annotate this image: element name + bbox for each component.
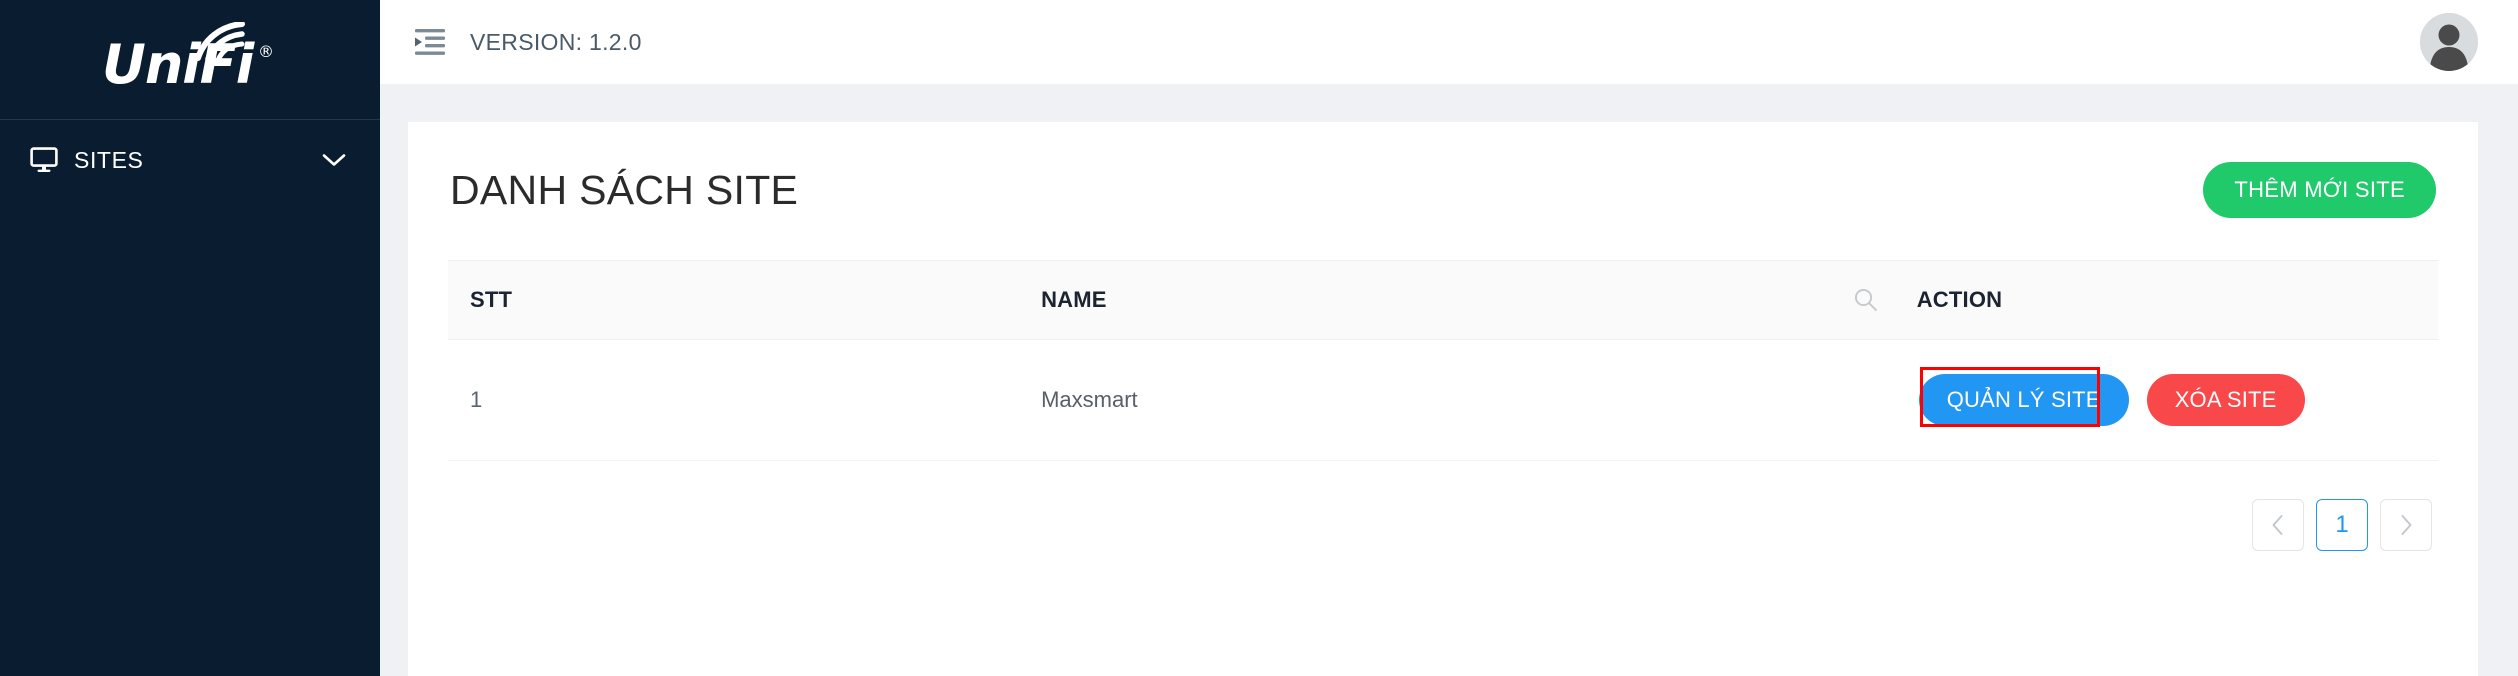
monitor-icon (30, 147, 64, 173)
pagination-next-button[interactable] (2380, 499, 2432, 551)
pagination-page-1[interactable]: 1 (2316, 499, 2368, 551)
manage-site-button[interactable]: QUẢN LÝ SITE (1918, 374, 2129, 426)
cell-action: QUẢN LÝ SITE XÓA SITE (1900, 339, 2438, 461)
search-icon[interactable] (1853, 287, 1879, 313)
menu-collapse-left-icon[interactable] (408, 22, 452, 62)
site-list-card: DANH SÁCH SITE THÊM MỚI SITE STT NAME AC… (408, 122, 2478, 676)
site-table: STT NAME ACTION 1 Maxsmart QUẢN LÝ SITE … (448, 260, 2438, 461)
sidebar-logo[interactable]: UniFi ® (0, 0, 380, 120)
wifi-arcs-icon (195, 21, 245, 62)
delete-site-button[interactable]: XÓA SITE (2146, 374, 2305, 426)
unifi-logo: UniFi ® (90, 20, 290, 100)
chevron-down-icon[interactable] (322, 153, 346, 167)
pagination-prev-button[interactable] (2252, 499, 2304, 551)
table-header-row: STT NAME ACTION (448, 260, 2438, 340)
column-header-name: NAME (1025, 260, 1901, 340)
app-root: UniFi ® SITES VERSION: 1.2.0 DANH SÁCH S… (0, 0, 2518, 676)
sidebar-item-label: SITES (74, 146, 144, 173)
chevron-right-icon (2398, 514, 2414, 536)
row-action-group: QUẢN LÝ SITE XÓA SITE (1917, 367, 2422, 427)
user-avatar-icon[interactable] (2420, 13, 2478, 71)
table-body: 1 Maxsmart QUẢN LÝ SITE XÓA SITE (448, 339, 2438, 461)
column-header-action: ACTION (1900, 260, 2438, 340)
add-site-button[interactable]: THÊM MỚI SITE (2203, 162, 2436, 218)
table-head: STT NAME ACTION (448, 260, 2438, 340)
top-bar: VERSION: 1.2.0 (380, 0, 2518, 84)
page-title: DANH SÁCH SITE (450, 166, 799, 213)
cell-name: Maxsmart (1025, 339, 1901, 461)
registered-trademark-icon: ® (258, 41, 274, 61)
cell-stt: 1 (448, 339, 1026, 461)
main-area: VERSION: 1.2.0 DANH SÁCH SITE THÊM MỚI S… (380, 0, 2518, 676)
card-header: DANH SÁCH SITE THÊM MỚI SITE (448, 162, 2438, 218)
manage-site-wrapper: QUẢN LÝ SITE (1918, 367, 2129, 427)
column-header-stt[interactable]: STT (448, 260, 1026, 340)
chevron-left-icon (2270, 514, 2286, 536)
table-row: 1 Maxsmart QUẢN LÝ SITE XÓA SITE (448, 339, 2438, 461)
column-header-name-label: NAME (1041, 287, 1107, 312)
version-label: VERSION: 1.2.0 (470, 28, 642, 55)
sidebar-item-sites[interactable]: SITES (0, 120, 380, 200)
sidebar: UniFi ® SITES (0, 0, 380, 676)
content-wrapper: DANH SÁCH SITE THÊM MỚI SITE STT NAME AC… (380, 84, 2518, 676)
pagination: 1 (448, 461, 2438, 551)
